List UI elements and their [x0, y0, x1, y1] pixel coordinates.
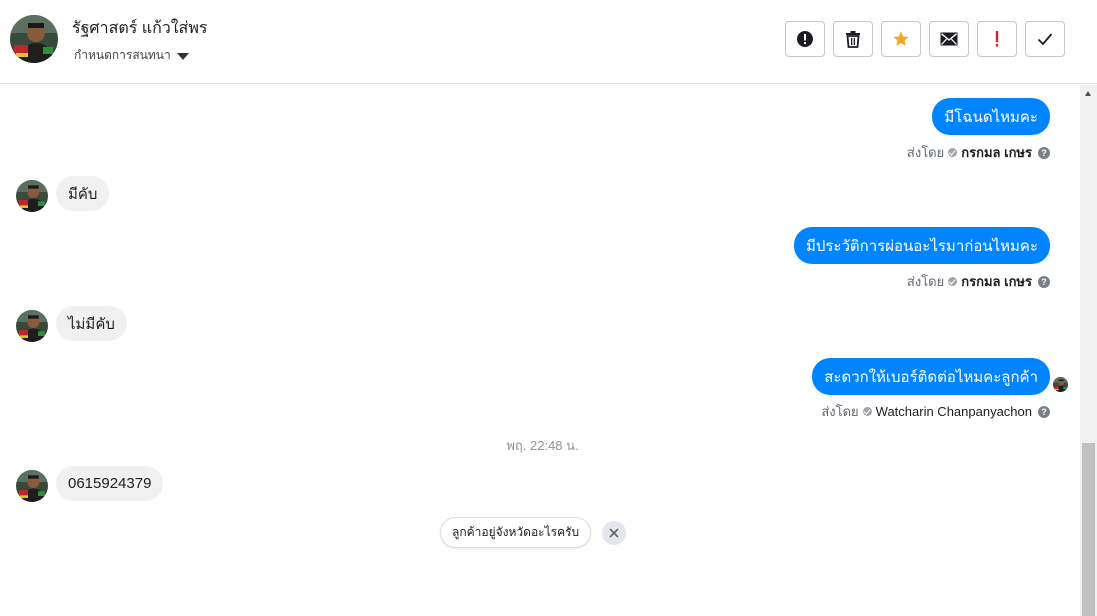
message-thread[interactable]: มีโฉนดไหมคะ ส่งโดย กรกมล เกษร ? มีคับ มี… [0, 85, 1080, 616]
follow-up-button[interactable] [977, 21, 1017, 57]
help-icon[interactable]: ? [1038, 146, 1050, 159]
dismiss-quick-reply-button[interactable] [602, 521, 626, 545]
outgoing-message[interactable]: มีประวัติการผ่อนอะไรมาก่อนไหมคะ [793, 227, 1050, 264]
sent-by-label: ส่งโดย [906, 145, 945, 160]
help-icon[interactable]: ? [1038, 275, 1050, 288]
scrollbar-thumb[interactable] [1082, 443, 1095, 616]
verified-check-icon [862, 407, 872, 416]
contact-avatar-small [16, 470, 48, 502]
exclamation-circle-icon [797, 31, 813, 47]
sent-by-row: ส่งโดย กรกมล เกษร ? [907, 271, 1050, 292]
envelope-icon [940, 32, 958, 46]
contact-name[interactable]: รัฐศาสตร์ แก้วใส่พร [72, 16, 207, 41]
sender-name[interactable]: กรกมล เกษร [961, 271, 1032, 292]
scroll-up-arrow-icon[interactable] [1085, 91, 1091, 96]
sender-name[interactable]: Watcharin Chanpanyachon [876, 404, 1032, 419]
sent-by-row: ส่งโดย กรกมล เกษร ? [907, 142, 1050, 163]
assign-label: กำหนดการสนทนา [74, 48, 171, 62]
incoming-message[interactable]: ไม่มีคับ [56, 306, 127, 341]
contact-avatar-small [16, 180, 48, 212]
close-icon [609, 528, 619, 538]
message-text: มีประวัติการผ่อนอะไรมาก่อนไหมคะ [805, 237, 1038, 255]
message-text: มีโฉนดไหมคะ [944, 108, 1038, 126]
incoming-message[interactable]: 0615924379 [56, 466, 164, 501]
message-text: มีคับ [68, 185, 98, 203]
outgoing-message[interactable]: สะดวกให้เบอร์ติดต่อไหมคะลูกค้า [812, 358, 1050, 395]
outgoing-message[interactable]: มีโฉนดไหมคะ [932, 98, 1050, 135]
contact-avatar[interactable] [10, 15, 58, 63]
scrollbar[interactable] [1080, 85, 1097, 616]
quick-reply-label: ลูกค้าอยู่จังหวัดอะไรครับ [452, 525, 580, 539]
seen-avatar [1053, 377, 1068, 392]
message-text: ไม่มีคับ [68, 315, 115, 333]
trash-icon [846, 31, 860, 48]
assign-conversation-dropdown[interactable]: กำหนดการสนทนา [74, 46, 189, 65]
check-icon [1037, 33, 1053, 46]
contact-avatar-small [16, 310, 48, 342]
message-text: สะดวกให้เบอร์ติดต่อไหมคะลูกค้า [824, 368, 1038, 386]
conversation-header: รัฐศาสตร์ แก้วใส่พร กำหนดการสนทนา [0, 0, 1097, 84]
star-icon [893, 31, 909, 46]
incoming-message[interactable]: มีคับ [56, 176, 110, 211]
exclamation-icon [995, 31, 999, 47]
sent-by-label: ส่งโดย [821, 404, 859, 419]
mark-done-button[interactable] [1025, 21, 1065, 57]
sent-by-label: ส่งโดย [906, 274, 945, 289]
report-spam-button[interactable] [785, 21, 825, 57]
message-timestamp: พฤ. 22:48 น. [506, 438, 579, 453]
star-button[interactable] [881, 21, 921, 57]
sent-by-row: ส่งโดย Watcharin Chanpanyachon ? [821, 401, 1050, 422]
message-text: 0615924379 [68, 475, 152, 492]
conversation-toolbar [785, 21, 1065, 57]
help-icon[interactable]: ? [1038, 405, 1050, 418]
mark-unread-button[interactable] [929, 21, 969, 57]
sender-name[interactable]: กรกมล เกษร [961, 142, 1032, 163]
caret-down-icon [176, 52, 189, 60]
delete-button[interactable] [833, 21, 873, 57]
verified-check-icon [948, 148, 958, 157]
verified-check-icon [948, 277, 958, 286]
quick-reply-chip[interactable]: ลูกค้าอยู่จังหวัดอะไรครับ [440, 517, 592, 548]
